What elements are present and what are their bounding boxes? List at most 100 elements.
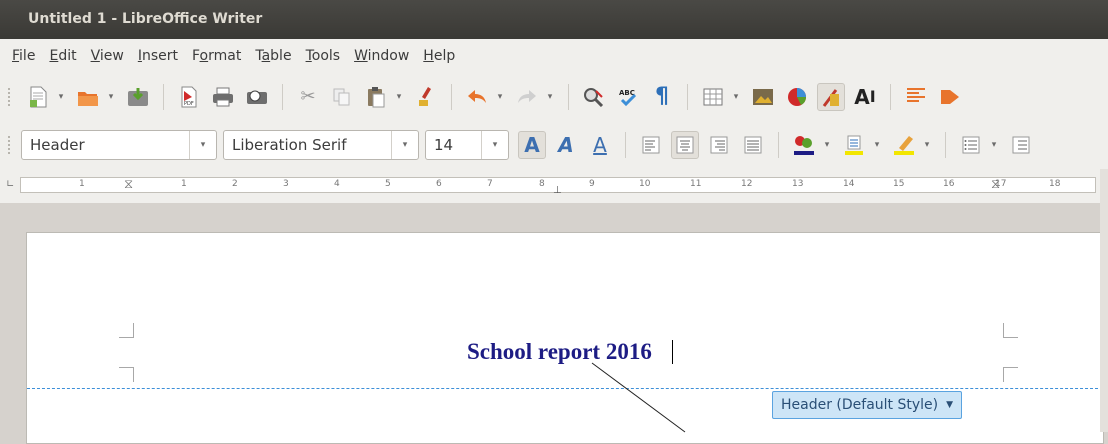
new-document-icon[interactable] (24, 83, 52, 111)
background-color-dropdown-icon[interactable]: ▾ (921, 140, 933, 150)
insert-chart-icon[interactable] (783, 83, 811, 111)
save-icon[interactable] (124, 83, 152, 111)
font-size-combo[interactable]: 14 ▾ (425, 130, 509, 160)
print-preview-icon[interactable] (243, 83, 271, 111)
left-indent-marker-icon[interactable]: ⧖ (124, 178, 133, 192)
ruler-label: 1 (181, 179, 187, 189)
menu-view-accel: V (90, 48, 100, 64)
chevron-down-icon: ▼ (946, 400, 954, 410)
fontwork-icon[interactable]: AI (851, 83, 879, 111)
cut-icon[interactable]: ✂ (294, 83, 322, 111)
menu-edit[interactable]: Edit (49, 48, 76, 64)
open-dropdown-icon[interactable]: ▾ (105, 92, 117, 102)
menu-format-accel: o (199, 48, 209, 64)
clone-formatting-icon[interactable] (412, 83, 440, 111)
ruler-label: 11 (690, 179, 702, 189)
formatting-toolbar: Header ▾ Liberation Serif ▾ 14 ▾ A A A ▾… (0, 121, 1108, 169)
menu-insert[interactable]: Insert (138, 48, 178, 64)
menu-format-label: rmat (208, 48, 242, 64)
toolbar-separator (945, 132, 946, 158)
menu-tools[interactable]: Tools (306, 48, 341, 64)
standard-toolbar: ▾ ▾ PDF ✂ ▾ ▾ ▾ ABC ¶ ▾ AI (0, 73, 1108, 121)
ruler-label: 2 (232, 179, 238, 189)
header-boundary-line (27, 388, 1103, 389)
spelling-icon[interactable]: ABC (614, 83, 642, 111)
ruler-label: 8 (539, 179, 545, 189)
bullets-dropdown-icon[interactable]: ▾ (988, 140, 1000, 150)
paragraph-style-combo[interactable]: Header ▾ (21, 130, 217, 160)
bullets-icon[interactable] (957, 131, 985, 159)
highlighting-dropdown-icon[interactable]: ▾ (871, 140, 883, 150)
paste-dropdown-icon[interactable]: ▾ (393, 92, 405, 102)
open-folder-icon[interactable] (74, 83, 102, 111)
font-color-icon[interactable] (790, 131, 818, 159)
menu-help[interactable]: Help (423, 48, 455, 64)
ruler-label: 14 (843, 179, 855, 189)
navigator-icon[interactable] (902, 83, 930, 111)
redo-dropdown-icon[interactable]: ▾ (544, 92, 556, 102)
toolbar-grip[interactable] (8, 88, 13, 106)
paste-icon[interactable] (362, 83, 390, 111)
horizontal-ruler[interactable]: ∟ 1 ⧖ 1 2 3 4 5 6 7 8 ⊥ 9 10 11 12 13 14… (0, 169, 1108, 203)
redo-icon[interactable] (513, 83, 541, 111)
menu-table[interactable]: Table (255, 48, 291, 64)
ruler-label: 12 (741, 179, 753, 189)
align-right-icon[interactable] (705, 131, 733, 159)
ruler-label: 15 (893, 179, 905, 189)
toolbar-separator (451, 84, 452, 110)
page[interactable]: School report 2016 Header (Default Style… (26, 232, 1104, 444)
chevron-down-icon[interactable]: ▾ (189, 131, 216, 159)
underline-icon[interactable]: A (586, 131, 614, 159)
ruler-label: 4 (334, 179, 340, 189)
chevron-down-icon[interactable]: ▾ (481, 131, 508, 159)
header-style-button[interactable]: Header (Default Style) ▼ (772, 391, 963, 419)
menu-window[interactable]: Window (354, 48, 409, 64)
ruler-label: 10 (639, 179, 651, 189)
copy-icon[interactable] (328, 83, 356, 111)
menu-format[interactable]: Format (192, 48, 241, 64)
print-icon[interactable] (209, 83, 237, 111)
menu-view[interactable]: View (91, 48, 124, 64)
header-style-label: Header (Default Style) (781, 397, 939, 413)
bold-icon[interactable]: A (518, 131, 546, 159)
draw-functions-icon[interactable] (817, 83, 845, 111)
align-center-icon[interactable] (671, 131, 699, 159)
chevron-down-icon[interactable]: ▾ (391, 131, 418, 159)
highlighting-icon[interactable] (840, 131, 868, 159)
new-dropdown-icon[interactable]: ▾ (55, 92, 67, 102)
ruler-strip[interactable]: 1 ⧖ 1 2 3 4 5 6 7 8 ⊥ 9 10 11 12 13 14 1… (20, 177, 1096, 196)
insert-image-icon[interactable] (749, 83, 777, 111)
toolbar-grip[interactable] (8, 136, 13, 154)
menu-edit-label: dit (58, 48, 77, 64)
undo-icon[interactable] (463, 83, 491, 111)
menu-window-label: indow (367, 48, 410, 64)
ruler-label: 6 (436, 179, 442, 189)
vertical-scrollbar[interactable] (1100, 169, 1108, 432)
formatting-marks-icon[interactable]: ¶ (648, 83, 676, 111)
table-dropdown-icon[interactable]: ▾ (730, 92, 742, 102)
sidebar-icon[interactable] (936, 83, 964, 111)
justify-icon[interactable] (739, 131, 767, 159)
tab-stop-type-icon[interactable]: ∟ (6, 179, 14, 190)
margin-corner-top-left (119, 323, 134, 338)
align-left-icon[interactable] (637, 131, 665, 159)
font-name-combo[interactable]: Liberation Serif ▾ (223, 130, 419, 160)
insert-table-icon[interactable] (699, 83, 727, 111)
menu-file-accel: F (12, 48, 20, 64)
background-color-icon[interactable] (890, 131, 918, 159)
window-title: Untitled 1 - LibreOffice Writer (0, 0, 1108, 39)
export-pdf-icon[interactable]: PDF (175, 83, 203, 111)
italic-icon[interactable]: A (552, 131, 580, 159)
find-replace-icon[interactable] (580, 83, 608, 111)
menu-file[interactable]: File (12, 48, 35, 64)
font-color-dropdown-icon[interactable]: ▾ (821, 140, 833, 150)
center-tab-marker-icon[interactable]: ⊥ (553, 186, 562, 196)
ruler-label: 18 (1049, 179, 1061, 189)
right-indent-marker-icon[interactable]: ⧖ (991, 178, 1000, 192)
undo-dropdown-icon[interactable]: ▾ (494, 92, 506, 102)
numbering-icon[interactable] (1007, 131, 1035, 159)
menu-edit-accel: E (49, 48, 59, 64)
ruler-label: 13 (792, 179, 804, 189)
document-area[interactable]: School report 2016 Header (Default Style… (0, 203, 1108, 444)
ruler-label: 3 (283, 179, 289, 189)
